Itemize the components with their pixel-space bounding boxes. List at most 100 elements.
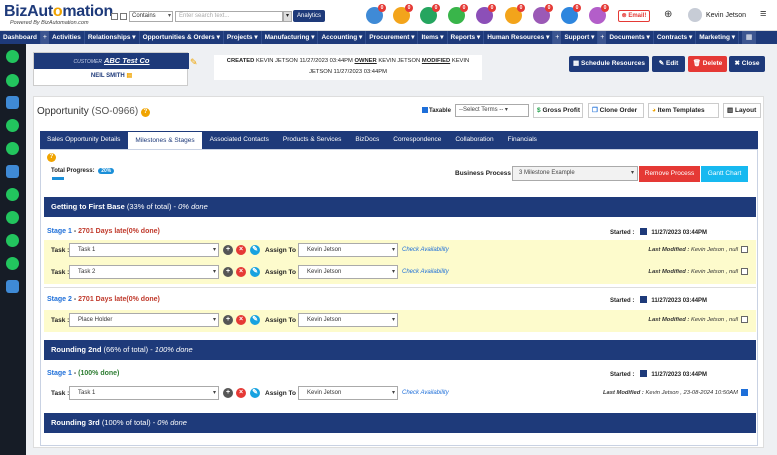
task-select[interactable]: Place Holder ▾ <box>69 313 219 327</box>
nav-human-resources[interactable]: Human Resources ▾ <box>484 31 554 44</box>
help-icon[interactable]: ? <box>140 108 150 117</box>
add-icon[interactable]: + <box>223 245 233 255</box>
nav-projects[interactable]: Projects ▾ <box>224 31 262 44</box>
tab-correspondence[interactable]: Correspondence <box>386 131 448 149</box>
contact-name[interactable]: NEIL SMITH ▤ <box>34 72 189 79</box>
task-complete-checkbox[interactable] <box>741 389 748 396</box>
gross-profit-button[interactable]: $ Gross Profit <box>533 103 583 118</box>
mail-icon[interactable]: 0 <box>505 4 525 24</box>
cylinder-icon[interactable] <box>6 165 19 178</box>
close-button[interactable]: ✖ Close <box>729 56 765 72</box>
tab-associated-contacts[interactable]: Associated Contacts <box>203 131 276 149</box>
edit-pencil-icon[interactable]: ✎ <box>190 57 198 68</box>
search-filter-select[interactable]: Contains ▾ <box>129 11 173 22</box>
calendar-icon[interactable]: 0 <box>533 4 553 24</box>
cart-icon[interactable] <box>6 234 19 247</box>
nav-plus-icon[interactable]: + <box>553 31 562 44</box>
cylinder-icon[interactable] <box>6 280 19 293</box>
milestone-header[interactable]: Rounding 2nd (66% of total) - 100% done <box>44 340 756 360</box>
menu-icon[interactable]: ≡ <box>760 8 766 20</box>
nav-relationships[interactable]: Relationships ▾ <box>85 31 140 44</box>
cart-icon[interactable] <box>6 257 19 270</box>
remove-icon[interactable]: × <box>236 267 246 277</box>
analytics-button[interactable]: Analytics <box>293 10 325 22</box>
edit-icon[interactable]: ✎ <box>250 267 260 277</box>
remove-icon[interactable]: × <box>236 388 246 398</box>
tab-collaboration[interactable]: Collaboration <box>448 131 500 149</box>
remove-icon[interactable]: × <box>236 315 246 325</box>
assignee-select[interactable]: Kevin Jetson ▾ <box>298 313 398 327</box>
document-icon[interactable]: 0 <box>589 4 609 24</box>
cylinder-icon[interactable] <box>6 96 19 109</box>
nav-opportunities[interactable]: Opportunities & Orders ▾ <box>140 31 224 44</box>
dollar-icon[interactable]: 0 <box>393 4 413 24</box>
nav-activities[interactable]: Activities <box>49 31 85 44</box>
customer-name-link[interactable]: ABC Test Co <box>104 56 150 65</box>
assignee-select[interactable]: Kevin Jetson ▾ <box>298 265 398 279</box>
tab-sales-opportunity-details[interactable]: Sales Opportunity Details <box>40 131 127 149</box>
check-availability-link[interactable]: Check Availability <box>402 247 449 253</box>
contact-card-icon[interactable]: ▤ <box>126 73 132 79</box>
pie-icon[interactable]: 0 <box>366 4 386 24</box>
cart-icon[interactable]: 0 <box>448 4 468 24</box>
milestone-header[interactable]: Rounding 3rd (100% of total) - 0% done <box>44 413 756 433</box>
edit-icon[interactable]: ✎ <box>250 245 260 255</box>
remove-process-button[interactable]: Remove Process <box>639 166 700 182</box>
handshake-icon[interactable]: 0 <box>420 4 440 24</box>
taxable-checkbox[interactable]: Taxable <box>422 107 451 114</box>
search-input[interactable]: Enter search text... <box>175 11 283 22</box>
edit-icon[interactable]: ✎ <box>250 315 260 325</box>
layout-button[interactable]: ▥ Layout <box>723 103 761 118</box>
gantt-chart-button[interactable]: Gantt Chart <box>701 166 748 182</box>
check-availability-link[interactable]: Check Availability <box>402 390 449 396</box>
cart-icon[interactable] <box>6 188 19 201</box>
task-select[interactable]: Task 1 ▾ <box>69 243 219 257</box>
tab-financials[interactable]: Financials <box>501 131 544 149</box>
avatar[interactable] <box>688 8 702 22</box>
nav-plus-icon[interactable]: + <box>598 31 607 44</box>
nav-marketing[interactable]: Marketing ▾ <box>696 31 740 44</box>
cart-icon[interactable] <box>6 211 19 224</box>
user-name[interactable]: Kevin Jetson <box>706 12 746 19</box>
tab-bizdocs[interactable]: BizDocs <box>348 131 386 149</box>
task-select[interactable]: Task 1 ▾ <box>69 386 219 400</box>
item-templates-button[interactable]: ◕ Item Templates <box>648 103 719 118</box>
task-complete-checkbox[interactable] <box>741 246 748 253</box>
box-icon[interactable]: 0 <box>476 4 496 24</box>
nav-support[interactable]: Support ▾ <box>561 31 599 44</box>
nav-reports[interactable]: Reports ▾ <box>448 31 485 44</box>
remove-icon[interactable]: × <box>236 245 246 255</box>
grid-toggle-icon[interactable] <box>111 13 118 20</box>
email-button[interactable]: ⊗ Email! <box>618 10 650 22</box>
grid-menu-icon[interactable]: ▦ <box>742 31 757 44</box>
calendar-icon[interactable] <box>640 228 648 235</box>
nav-items[interactable]: Items ▾ <box>418 31 448 44</box>
zoom-icon[interactable]: ⊕ <box>664 9 672 20</box>
clone-order-button[interactable]: ❐ Clone Order <box>588 103 644 118</box>
nav-plus-icon[interactable]: + <box>40 31 49 44</box>
users-icon[interactable]: 0 <box>561 4 581 24</box>
business-process-select[interactable]: 3 Milestone Example ▾ <box>512 166 638 181</box>
checkbox-icon[interactable] <box>120 13 127 20</box>
cart-icon[interactable] <box>6 74 19 87</box>
cart-icon[interactable] <box>6 119 19 132</box>
edit-button[interactable]: ✎ Edit <box>652 56 685 72</box>
nav-documents[interactable]: Documents ▾ <box>606 31 654 44</box>
milestone-header[interactable]: Getting to First Base (33% of total) - 0… <box>44 197 756 217</box>
assignee-select[interactable]: Kevin Jetson ▾ <box>298 243 398 257</box>
add-icon[interactable]: + <box>223 388 233 398</box>
edit-icon[interactable]: ✎ <box>250 388 260 398</box>
task-complete-checkbox[interactable] <box>741 268 748 275</box>
schedule-resources-button[interactable]: ▦ Schedule Resources <box>569 56 649 72</box>
eye-icon[interactable] <box>6 50 19 63</box>
tab-milestones-stages[interactable]: Milestones & Stages <box>127 131 203 149</box>
nav-manufacturing[interactable]: Manufacturing ▾ <box>262 31 319 44</box>
delete-button[interactable]: 🗑 Delete <box>688 56 727 72</box>
calendar-icon[interactable] <box>640 296 648 303</box>
search-dropdown-icon[interactable]: ▾ <box>283 11 292 22</box>
task-complete-checkbox[interactable] <box>741 316 748 323</box>
nav-contracts[interactable]: Contracts ▾ <box>654 31 697 44</box>
logo[interactable]: BizAutomation <box>4 3 113 21</box>
terms-select[interactable]: --Select Terms -- ▾ <box>455 104 529 117</box>
add-icon[interactable]: + <box>223 267 233 277</box>
